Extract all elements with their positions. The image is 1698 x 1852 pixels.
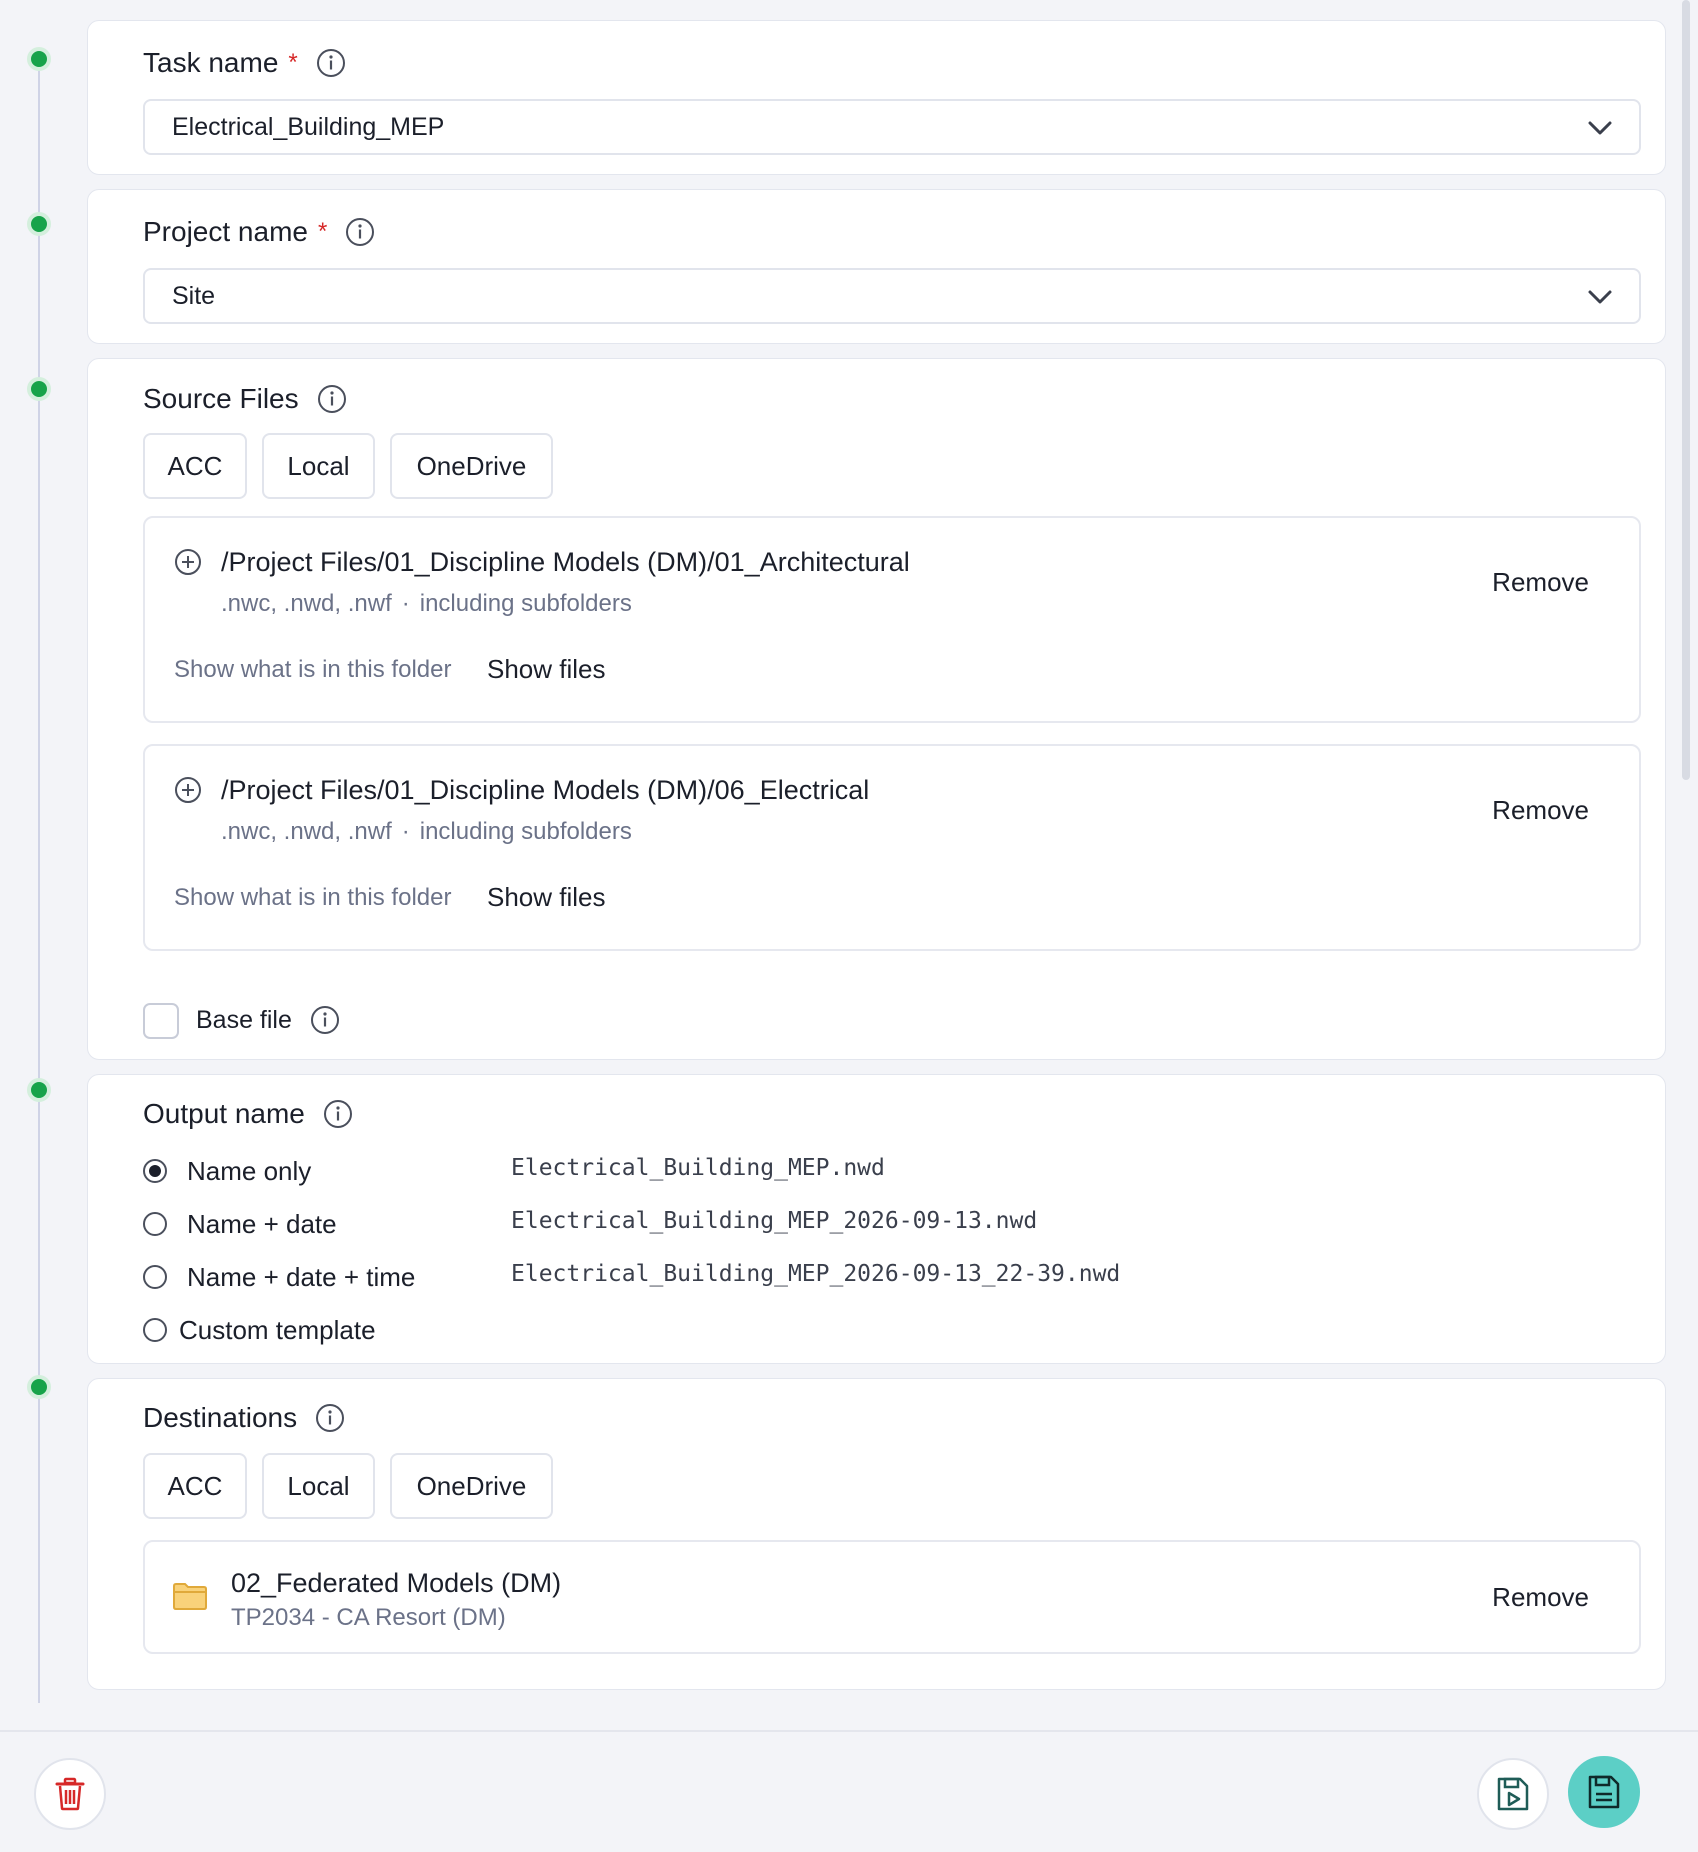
destination-project: TP2034 - CA Resort (DM) [231, 1604, 506, 1631]
meta-separator: · [401, 818, 410, 845]
project-name-card: Project name * Site [87, 189, 1666, 344]
folder-path: /Project Files/01_Discipline Models (DM)… [221, 775, 870, 805]
destination-local-button[interactable]: Local [262, 1453, 375, 1519]
show-what-label: Show what is in this folder [174, 884, 452, 911]
expand-plus-icon[interactable] [174, 776, 202, 804]
task-name-select[interactable]: Electrical_Building_MEP [143, 99, 1641, 155]
meta-separator: · [401, 590, 410, 617]
source-files-card: Source Files ACC Local OneDrive /Project… [87, 358, 1666, 1060]
project-name-value: Site [172, 281, 216, 310]
show-what-label: Show what is in this folder [174, 656, 452, 683]
show-files-button[interactable]: Show files [487, 882, 606, 913]
output-preview: Electrical_Building_MEP_2026-09-13_22-39… [511, 1261, 1121, 1287]
output-name-label: Output name [143, 1098, 353, 1130]
output-name-card: Output name Name only Electrical_Buildin… [87, 1074, 1666, 1364]
save-button[interactable] [1568, 1756, 1640, 1828]
folder-scope: including subfolders [419, 590, 632, 617]
source-acc-button[interactable]: ACC [143, 433, 247, 499]
step-dot-destinations [27, 1375, 51, 1399]
project-name-select[interactable]: Site [143, 268, 1641, 324]
remove-button[interactable]: Remove [1492, 1582, 1589, 1613]
folder-extensions: .nwc, .nwd, .nwf [221, 818, 392, 845]
folder-icon [173, 1583, 207, 1610]
output-preview: Electrical_Building_MEP.nwd [511, 1155, 885, 1181]
save-run-icon [1497, 1777, 1529, 1811]
destinations-label: Destinations [143, 1402, 345, 1434]
required-mark: * [288, 49, 298, 76]
info-icon[interactable] [315, 1403, 345, 1433]
info-icon[interactable] [317, 384, 347, 414]
output-preview: Electrical_Building_MEP_2026-09-13.nwd [511, 1208, 1038, 1234]
output-option-custom-template[interactable]: Custom template [143, 1312, 376, 1348]
step-dot-output-name [27, 1078, 51, 1102]
task-name-card: Task name * Electrical_Building_MEP [87, 20, 1666, 175]
show-files-button[interactable]: Show files [487, 654, 606, 685]
destination-onedrive-button[interactable]: OneDrive [390, 1453, 553, 1519]
scrollbar[interactable] [1682, 0, 1690, 780]
step-dot-source-files [27, 377, 51, 401]
project-name-label: Project name * [143, 216, 375, 248]
source-onedrive-button[interactable]: OneDrive [390, 433, 553, 499]
chevron-down-icon [1588, 121, 1612, 135]
output-option-name-only[interactable]: Name only [143, 1153, 311, 1189]
task-name-value: Electrical_Building_MEP [172, 112, 445, 141]
destinations-card: Destinations ACC Local OneDrive 02_Feder… [87, 1378, 1666, 1690]
remove-button[interactable]: Remove [1492, 795, 1589, 826]
output-option-name-date-time[interactable]: Name + date + time [143, 1259, 415, 1295]
info-icon[interactable] [310, 1005, 340, 1035]
folder-meta: .nwc, .nwd, .nwf · including subfolders [221, 818, 632, 846]
save-icon [1588, 1775, 1620, 1809]
step-dot-task [27, 47, 51, 71]
source-files-label: Source Files [143, 383, 347, 415]
footer-bar [0, 1730, 1698, 1852]
radio-button[interactable] [143, 1159, 167, 1183]
trash-icon [55, 1777, 85, 1811]
source-folder-item: /Project Files/01_Discipline Models (DM)… [143, 744, 1641, 951]
source-folder-item: /Project Files/01_Discipline Models (DM)… [143, 516, 1641, 723]
base-file-label: Base file [196, 1005, 340, 1035]
task-name-label: Task name * [143, 47, 346, 79]
folder-scope: including subfolders [419, 818, 632, 845]
remove-button[interactable]: Remove [1492, 567, 1589, 598]
destination-acc-button[interactable]: ACC [143, 1453, 247, 1519]
chevron-down-icon [1588, 290, 1612, 304]
radio-button[interactable] [143, 1212, 167, 1236]
timeline-line [38, 58, 40, 1703]
folder-meta: .nwc, .nwd, .nwf · including subfolders [221, 590, 632, 618]
destination-name: 02_Federated Models (DM) [231, 1568, 562, 1598]
info-icon[interactable] [323, 1099, 353, 1129]
save-and-run-button[interactable] [1477, 1758, 1549, 1830]
radio-button[interactable] [143, 1318, 167, 1342]
radio-button[interactable] [143, 1265, 167, 1289]
info-icon[interactable] [345, 217, 375, 247]
source-local-button[interactable]: Local [262, 433, 375, 499]
output-option-name-date[interactable]: Name + date [143, 1206, 337, 1242]
base-file-checkbox[interactable] [143, 1003, 179, 1039]
step-dot-project [27, 212, 51, 236]
expand-plus-icon[interactable] [174, 548, 202, 576]
delete-button[interactable] [34, 1758, 106, 1830]
folder-path: /Project Files/01_Discipline Models (DM)… [221, 547, 910, 577]
destination-item: 02_Federated Models (DM) TP2034 - CA Res… [143, 1540, 1641, 1654]
info-icon[interactable] [316, 48, 346, 78]
required-mark: * [317, 218, 328, 245]
folder-extensions: .nwc, .nwd, .nwf [221, 590, 392, 617]
